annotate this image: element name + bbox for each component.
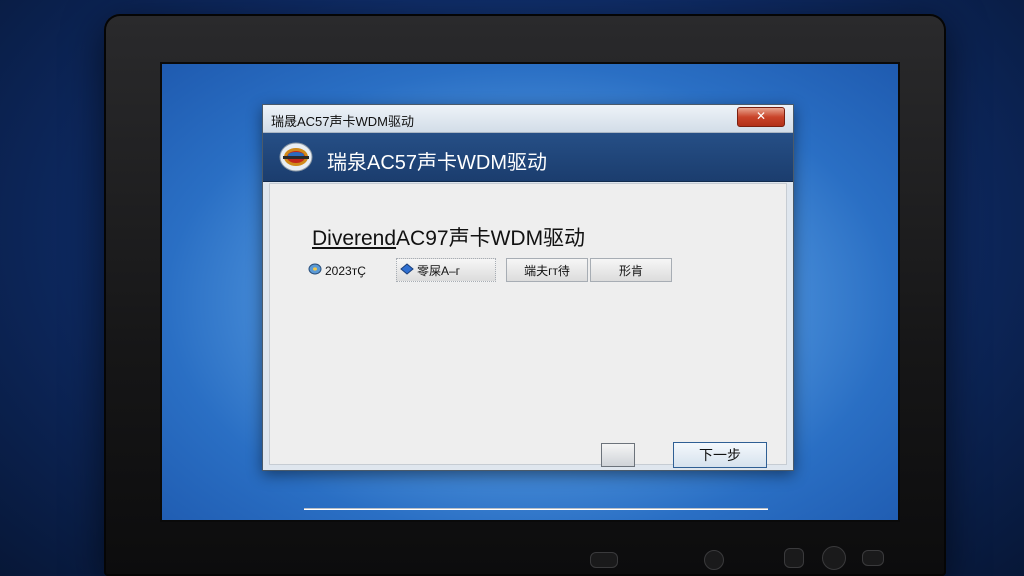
option-chip-2-label: 端夫гт待 (524, 264, 570, 278)
diamond-icon (397, 259, 417, 283)
installer-banner: 瑞泉AC57声卡WDM驱动 (263, 133, 793, 182)
window-title: 瑞晟AC57声卡WDM驱动 (271, 114, 415, 129)
monitor-menu-button[interactable] (590, 552, 618, 568)
monitor-input-button[interactable] (784, 548, 804, 568)
installer-window: 瑞晟AC57声卡WDM驱动 ✕ 瑞泉AC57声卡WDM驱动 DiverendAC… (262, 104, 794, 510)
product-name: DiverendAC97声卡WDM驱动 (312, 222, 585, 252)
footer-divider (304, 508, 768, 510)
close-button[interactable]: ✕ (737, 107, 785, 127)
option-chip-1[interactable]: 零屎A–г (396, 258, 496, 282)
title-bar: 瑞晟AC57声卡WDM驱动 ✕ (263, 105, 793, 133)
disc-icon (305, 259, 325, 283)
version-label: 2023тҪ (325, 264, 366, 278)
version-chip: 2023тҪ (304, 258, 384, 282)
product-name-prefix: Diverend (312, 227, 397, 250)
close-icon: ✕ (755, 109, 767, 123)
product-name-suffix: AC97声卡WDM驱动 (396, 227, 586, 250)
banner-heading: 瑞泉AC57声卡WDM驱动 (327, 152, 548, 174)
monitor-extra-button[interactable] (862, 550, 884, 566)
content-pane: DiverendAC97声卡WDM驱动 2023тҪ 零屎A–г 端夫гт待 形… (269, 183, 787, 510)
option-chip-3[interactable]: 形肯 (590, 258, 672, 282)
back-button[interactable] (601, 443, 635, 467)
monitor-adjust-button[interactable] (704, 550, 724, 570)
option-chip-1-label: 零屎A–г (417, 264, 461, 278)
monitor: 瑞晟AC57声卡WDM驱动 ✕ 瑞泉AC57声卡WDM驱动 DiverendAC… (104, 14, 946, 576)
circular-logo-icon (279, 142, 313, 172)
next-button[interactable]: 下一步 (673, 442, 767, 468)
monitor-power-button[interactable] (822, 546, 846, 570)
option-chip-3-label: 形肯 (618, 264, 643, 278)
option-chip-2[interactable]: 端夫гт待 (506, 258, 588, 282)
desktop-screen: 瑞晟AC57声卡WDM驱动 ✕ 瑞泉AC57声卡WDM驱动 DiverendAC… (160, 62, 900, 522)
